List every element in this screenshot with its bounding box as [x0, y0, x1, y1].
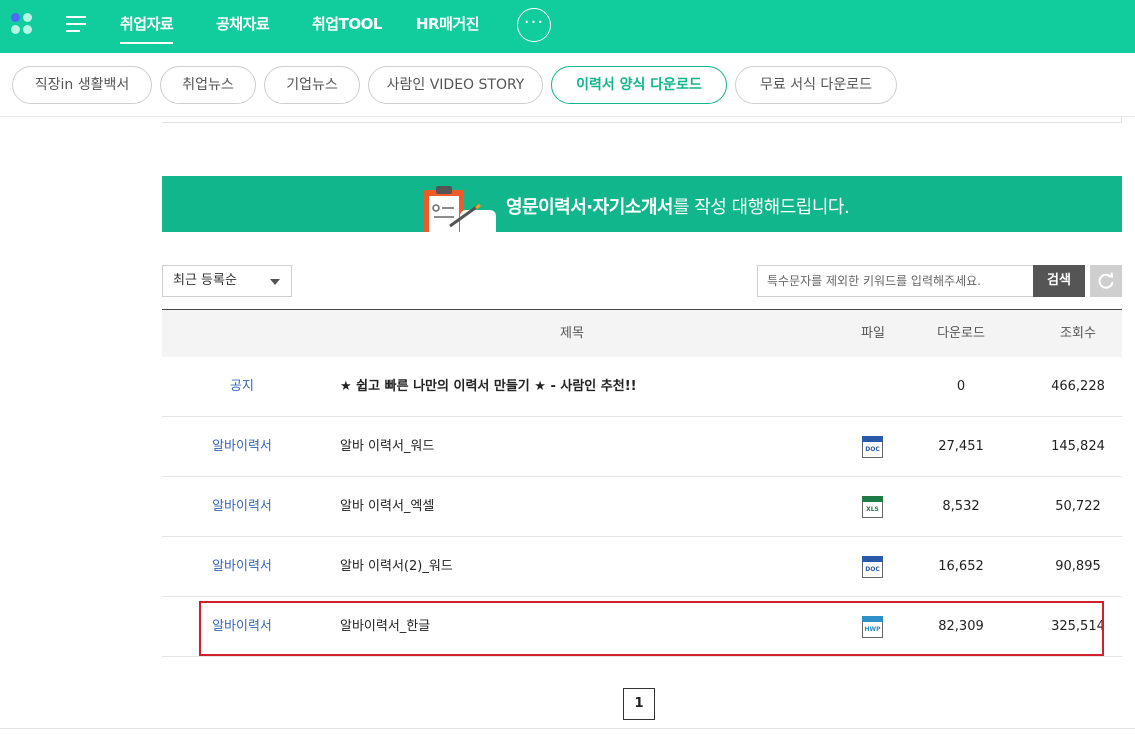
doc-file-icon[interactable]: DOC: [862, 556, 883, 578]
header-views: 조회수: [1060, 326, 1096, 341]
tab-resume-download[interactable]: 이력서 양식 다운로드: [551, 66, 727, 104]
refresh-button[interactable]: [1090, 265, 1122, 297]
row-downloads: 16,652: [938, 559, 984, 574]
file-type-label: XLS: [866, 506, 879, 513]
table-row[interactable]: 공지 ★ 쉽고 빠른 나만의 이력서 만들기 ★ - 사람인 추천!! 0 46…: [162, 357, 1122, 417]
menu-icon[interactable]: [66, 16, 86, 32]
file-type-label: DOC: [865, 566, 880, 573]
tab-free-forms[interactable]: 무료 서식 다운로드: [735, 66, 897, 104]
more-menu-button[interactable]: ···: [517, 8, 551, 42]
clipboard-pen-icon: [424, 186, 496, 232]
row-views: 145,824: [1051, 439, 1105, 454]
row-views: 466,228: [1051, 379, 1105, 394]
nav-item-career-tool[interactable]: 취업TOOL: [312, 13, 382, 34]
search-button[interactable]: 검색: [1033, 265, 1085, 297]
row-title[interactable]: ★ 쉽고 빠른 나만의 이력서 만들기 ★ - 사람인 추천!!: [340, 357, 840, 417]
file-type-label: DOC: [865, 446, 880, 453]
row-downloads: 0: [956, 379, 966, 394]
refresh-icon: [1098, 272, 1114, 289]
table-row[interactable]: 알바이력서 알바 이력서(2)_워드 DOC 16,652 90,895: [162, 537, 1122, 597]
banner-rest-text: 를 작성 대행해드립니다.: [672, 197, 850, 218]
nav-item-hr-magazine[interactable]: HR매거진: [416, 13, 480, 34]
row-title[interactable]: 알바 이력서(2)_워드: [340, 537, 840, 597]
row-views: 90,895: [1055, 559, 1101, 574]
sort-selected-value: 최근 등록순: [173, 273, 237, 288]
row-category[interactable]: 알바이력서: [162, 417, 322, 477]
row-title[interactable]: 알바 이력서_워드: [340, 417, 840, 477]
header-title: 제목: [560, 326, 584, 341]
chevron-down-icon: [270, 279, 280, 285]
row-downloads: 27,451: [938, 439, 984, 454]
saramin-logo-icon[interactable]: [11, 13, 35, 37]
row-downloads: 8,532: [942, 499, 980, 514]
table-header: 제목 파일 다운로드 조회수: [162, 309, 1122, 357]
divider: [0, 728, 1135, 729]
row-category[interactable]: 알바이력서: [162, 477, 322, 537]
sort-select[interactable]: 최근 등록순: [162, 265, 292, 297]
search-input[interactable]: 특수문자를 제외한 키워드를 입력해주세요.: [757, 265, 1034, 297]
sub-tabs: 직장in 생활백서 취업뉴스 기업뉴스 사람인 VIDEO STORY 이력서 …: [0, 53, 1135, 117]
row-category[interactable]: 알바이력서: [162, 537, 322, 597]
divider: [162, 122, 1122, 123]
page-number-button[interactable]: 1: [623, 688, 655, 720]
tab-company-news[interactable]: 기업뉴스: [264, 66, 360, 104]
highlight-annotation-box: [199, 601, 1104, 656]
tab-video-story[interactable]: 사람인 VIDEO STORY: [368, 66, 543, 104]
nav-item-recruit-data[interactable]: 공채자료: [216, 13, 270, 34]
divider: [1121, 116, 1122, 123]
banner-bold-text: 영문이력서·자기소개서: [506, 197, 673, 218]
header-downloads: 다운로드: [937, 326, 985, 341]
doc-file-icon[interactable]: DOC: [862, 436, 883, 458]
tab-work-life[interactable]: 직장in 생활백서: [12, 66, 152, 104]
promo-banner[interactable]: 영문이력서·자기소개서를 작성 대행해드립니다.: [162, 176, 1122, 232]
row-views: 50,722: [1055, 499, 1101, 514]
xls-file-icon[interactable]: XLS: [862, 496, 883, 518]
header-file: 파일: [861, 326, 885, 341]
table-row[interactable]: 알바이력서 알바 이력서_엑셀 XLS 8,532 50,722: [162, 477, 1122, 537]
row-title[interactable]: 알바 이력서_엑셀: [340, 477, 840, 537]
banner-text: 영문이력서·자기소개서를 작성 대행해드립니다.: [506, 193, 850, 219]
top-nav: 취업자료 공채자료 취업TOOL HR매거진 ···: [0, 0, 1135, 53]
row-category[interactable]: 공지: [162, 357, 322, 417]
tab-career-news[interactable]: 취업뉴스: [160, 66, 256, 104]
nav-item-career-data[interactable]: 취업자료: [120, 13, 174, 44]
table-row[interactable]: 알바이력서 알바 이력서_워드 DOC 27,451 145,824: [162, 417, 1122, 477]
